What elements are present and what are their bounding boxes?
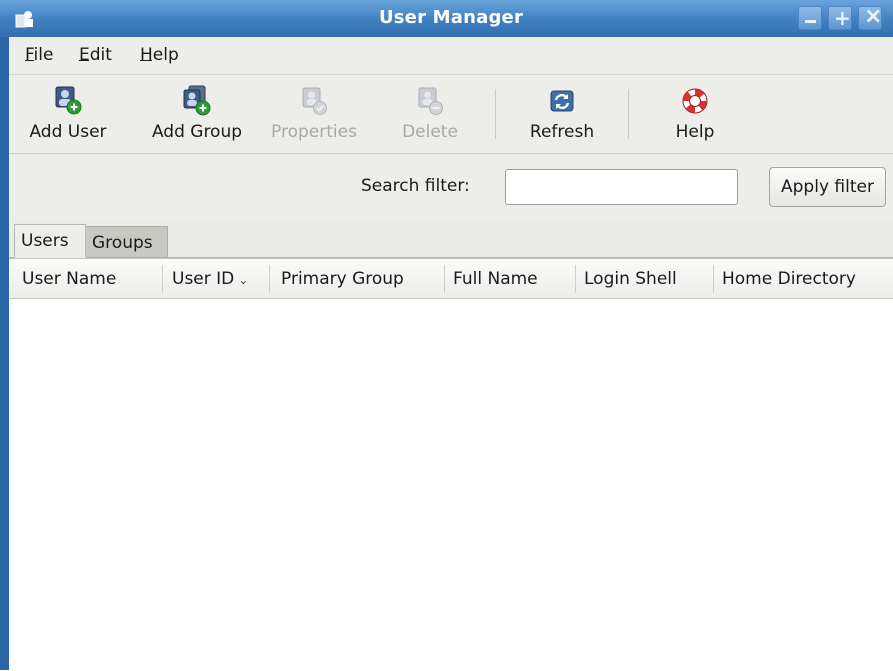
refresh-button[interactable]: Refresh xyxy=(518,81,606,147)
menu-edit-mnemonic xyxy=(79,60,89,61)
properties-label: Properties xyxy=(271,122,357,142)
search-filter-label: Search filter: xyxy=(361,176,470,196)
maximize-button[interactable] xyxy=(828,6,852,30)
window-title: User Manager xyxy=(378,7,524,28)
column-divider[interactable] xyxy=(269,265,270,293)
toolbar-separator xyxy=(628,89,629,139)
menu-help-mnemonic xyxy=(140,60,152,61)
column-header-primary-group[interactable]: Primary Group xyxy=(272,259,442,299)
add-user-icon xyxy=(55,86,82,115)
user-manager-window: User Manager File Edit Help Add User xyxy=(0,0,893,671)
column-header-label: Login Shell xyxy=(584,269,677,289)
column-header-label: User ID xyxy=(172,269,235,289)
toolbar: Add User Add Group Properties Delete Ref… xyxy=(9,74,893,154)
toolbar-separator xyxy=(495,89,496,139)
add-user-label: Add User xyxy=(29,122,107,142)
delete-icon xyxy=(418,87,443,115)
refresh-label: Refresh xyxy=(529,122,595,142)
column-header-full-name[interactable]: Full Name xyxy=(444,259,574,299)
menu-file[interactable]: File xyxy=(25,45,53,65)
properties-icon xyxy=(302,87,327,115)
table-body[interactable] xyxy=(9,300,893,671)
column-header-label: Full Name xyxy=(453,269,538,289)
title-bar[interactable]: User Manager xyxy=(0,0,893,37)
column-header-label: Home Directory xyxy=(722,269,856,289)
menu-help[interactable]: Help xyxy=(140,45,179,65)
search-filter-input[interactable] xyxy=(505,169,738,205)
delete-label: Delete xyxy=(402,122,458,142)
refresh-icon xyxy=(550,90,574,112)
search-row: Search filter: Apply filter xyxy=(9,154,893,218)
tab-bar: Users Groups xyxy=(9,218,893,258)
menu-edit[interactable]: Edit xyxy=(79,45,112,65)
column-header-label: User Name xyxy=(22,269,117,289)
delete-button[interactable]: Delete xyxy=(385,81,475,147)
help-label: Help xyxy=(675,122,715,142)
add-group-button[interactable]: Add Group xyxy=(143,81,251,147)
close-button[interactable] xyxy=(858,4,882,30)
users-table: User Name User ID ⌄ Primary Group Full Na… xyxy=(9,258,893,671)
column-header-home-directory[interactable]: Home Directory xyxy=(713,259,893,299)
add-group-label: Add Group xyxy=(151,122,243,142)
apply-filter-button[interactable]: Apply filter xyxy=(769,167,886,207)
add-user-button[interactable]: Add User xyxy=(22,81,114,147)
column-header-label: Primary Group xyxy=(281,269,404,289)
column-header-login-shell[interactable]: Login Shell xyxy=(575,259,713,299)
minimize-button[interactable] xyxy=(798,6,822,30)
help-button[interactable]: Help xyxy=(659,81,731,147)
sort-descending-icon: ⌄ xyxy=(238,273,249,287)
tab-users[interactable]: Users xyxy=(14,224,86,258)
menu-bar: File Edit Help xyxy=(9,37,893,73)
menu-file-mnemonic xyxy=(25,60,34,61)
tab-groups[interactable]: Groups xyxy=(86,226,168,258)
column-header-user-id[interactable]: User ID ⌄ xyxy=(163,259,268,299)
column-header-user-name[interactable]: User Name xyxy=(13,259,162,299)
add-group-icon xyxy=(183,85,211,116)
properties-button[interactable]: Properties xyxy=(259,81,369,147)
help-lifebuoy-icon xyxy=(682,88,708,114)
table-header: User Name User ID ⌄ Primary Group Full Na… xyxy=(9,259,893,299)
